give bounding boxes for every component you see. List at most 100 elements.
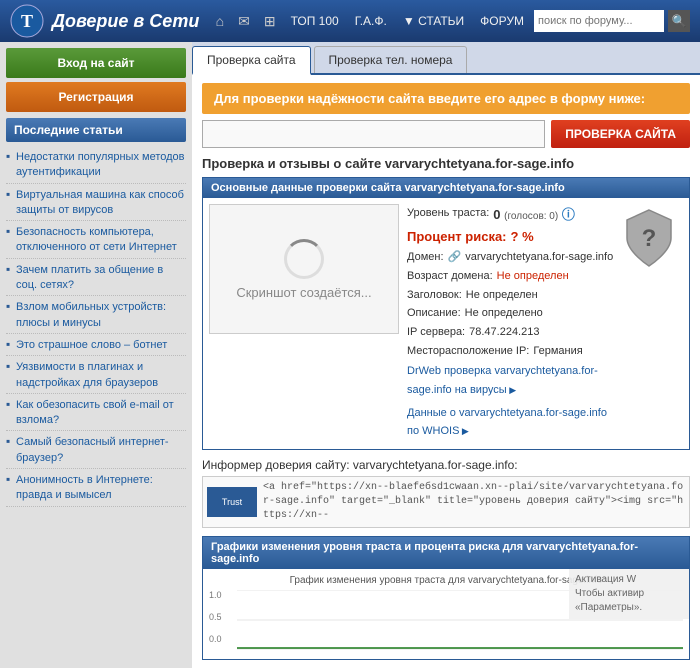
location-row: Месторасположение IP: Германия bbox=[407, 342, 615, 361]
sidebar-article-link[interactable]: Недостатки популярных методов аутентифик… bbox=[16, 151, 185, 178]
layout: Вход на сайт Регистрация Последние стать… bbox=[0, 42, 700, 668]
informer-title: Информер доверия сайту: varvarychtetyana… bbox=[202, 458, 690, 472]
y-label-0: 0.0 bbox=[209, 634, 222, 644]
header-row: Заголовок: Не определен bbox=[407, 286, 615, 305]
domain-row: Домен: 🔗 varvarychtetyana.for-sage.info bbox=[407, 248, 615, 267]
sidebar-article-link[interactable]: Виртуальная машина как способ защиты от … bbox=[16, 189, 184, 216]
sidebar-article-item: Зачем платить за общение в соц. сетях? bbox=[6, 259, 186, 297]
home-icon[interactable]: ⌂ bbox=[211, 11, 229, 31]
sidebar-article-link[interactable]: Взлом мобильных устройств: плюсы и минус… bbox=[16, 301, 166, 328]
site-title: Доверие в Сети bbox=[52, 11, 199, 32]
header-label: Заголовок: bbox=[407, 286, 462, 305]
sidebar-article-link[interactable]: Анонимность в Интернете: правда и вымысе… bbox=[16, 474, 153, 501]
nav-forum[interactable]: ФОРУМ bbox=[474, 12, 530, 30]
sidebar-article-item: Это страшное слово – ботнет bbox=[6, 334, 186, 356]
trust-votes: (голосов: 0) bbox=[504, 211, 558, 222]
description-value: Не определено bbox=[465, 304, 543, 323]
sidebar-section-title: Последние статьи bbox=[6, 118, 186, 142]
sidebar-article-item: Самый безопасный интернет-браузер? bbox=[6, 431, 186, 469]
ip-row: IP сервера: 78.47.224.213 bbox=[407, 323, 615, 342]
informer-box: Trust <a href="https://xn--blaefeбsd1cwa… bbox=[202, 476, 690, 528]
site-info: Уровень траста: 0 (голосов: 0) ⓘ Процент… bbox=[407, 204, 615, 443]
drweb-link[interactable]: DrWeb проверка varvarychtetyana.for-sage… bbox=[407, 360, 615, 401]
search-button[interactable]: 🔍 bbox=[668, 10, 690, 32]
sidebar-article-item: Анонимность в Интернете: правда и вымысе… bbox=[6, 469, 186, 507]
percent-row: Процент риска: ? % bbox=[407, 226, 615, 248]
trust-row: Уровень траста: 0 (голосов: 0) ⓘ bbox=[407, 204, 615, 226]
loading-spinner bbox=[284, 239, 324, 279]
grid-icon[interactable]: ⊞ bbox=[259, 11, 281, 32]
informer-logo-text: Trust bbox=[222, 497, 242, 507]
check-prompt: Для проверки надёжности сайта введите ег… bbox=[202, 83, 690, 114]
watermark-line3: «Параметры». bbox=[575, 601, 683, 615]
email-icon[interactable]: ✉ bbox=[233, 11, 255, 32]
screenshot-box: Скриншот создаётся... bbox=[209, 204, 399, 334]
main-content: Проверка сайта Проверка тел. номера Для … bbox=[192, 42, 700, 668]
nav-top100[interactable]: ТОП 100 bbox=[285, 12, 345, 30]
ip-label: IP сервера: bbox=[407, 323, 465, 342]
sidebar-articles: Недостатки популярных методов аутентифик… bbox=[6, 146, 186, 507]
url-input[interactable] bbox=[202, 120, 545, 148]
tabs: Проверка сайта Проверка тел. номера bbox=[192, 42, 700, 75]
check-section: Для проверки надёжности сайта введите ег… bbox=[192, 75, 700, 668]
sidebar-article-item: Как обезопасить свой e-mail от взлома? bbox=[6, 394, 186, 432]
svg-text:?: ? bbox=[642, 225, 657, 252]
header-value: Не определен bbox=[466, 286, 538, 305]
y-label-05: 0.5 bbox=[209, 612, 222, 622]
logo-container: Т Доверие в Сети bbox=[10, 4, 199, 38]
activation-watermark: Активация W Чтобы активир «Параметры». bbox=[569, 569, 689, 619]
sidebar: Вход на сайт Регистрация Последние стать… bbox=[0, 42, 192, 668]
header: Т Доверие в Сети ⌂ ✉ ⊞ ТОП 100 Г.А.Ф. ▼ … bbox=[0, 0, 700, 42]
tab-check-site[interactable]: Проверка сайта bbox=[192, 46, 311, 75]
graph-section: Графики изменения уровня траста и процен… bbox=[202, 536, 690, 660]
graph-body: График изменения уровня траста для varva… bbox=[203, 569, 689, 659]
graph-title: Графики изменения уровня траста и процен… bbox=[203, 537, 689, 569]
trust-value: 0 (голосов: 0) ⓘ bbox=[493, 204, 575, 226]
shield-icon-container: ? bbox=[623, 204, 683, 443]
nav-articles[interactable]: ▼ СТАТЬИ bbox=[397, 12, 470, 30]
login-button[interactable]: Вход на сайт bbox=[6, 48, 186, 78]
tab-check-phone[interactable]: Проверка тел. номера bbox=[314, 46, 468, 73]
nav-faq[interactable]: Г.А.Ф. bbox=[349, 12, 393, 30]
watermark-line2: Чтобы активир bbox=[575, 587, 683, 601]
sidebar-article-link[interactable]: Это страшное слово – ботнет bbox=[16, 339, 167, 351]
sidebar-article-item: Недостатки популярных методов аутентифик… bbox=[6, 146, 186, 184]
informer-logo: Trust bbox=[207, 487, 257, 517]
logo-icon: Т bbox=[10, 4, 44, 38]
domain-value: varvarychtetyana.for-sage.info bbox=[465, 248, 613, 267]
informer-code[interactable]: <a href="https://xn--blaefeбsd1cwaan.xn-… bbox=[263, 481, 685, 523]
informer-section: Информер доверия сайту: varvarychtetyana… bbox=[202, 458, 690, 528]
data-section-title: Основные данные проверки сайта varvarych… bbox=[203, 178, 689, 198]
sidebar-article-item: Безопасность компьютера, отключенного от… bbox=[6, 221, 186, 259]
age-label: Возраст домена: bbox=[407, 267, 493, 286]
watermark-line1: Активация W bbox=[575, 573, 683, 587]
check-form: ПРОВЕРКА САЙТА bbox=[202, 120, 690, 148]
sidebar-article-item: Уязвимости в плагинах и надстройках для … bbox=[6, 356, 186, 394]
sidebar-article-item: Виртуальная машина как способ защиты от … bbox=[6, 184, 186, 222]
shield-icon: ? bbox=[623, 208, 675, 268]
register-button[interactable]: Регистрация bbox=[6, 82, 186, 112]
search-input[interactable] bbox=[534, 10, 664, 32]
sidebar-article-link[interactable]: Как обезопасить свой e-mail от взлома? bbox=[16, 399, 174, 426]
percent-label: Процент риска: bbox=[407, 226, 507, 248]
info-icon[interactable]: ⓘ bbox=[562, 207, 575, 222]
svg-text:Т: Т bbox=[21, 11, 33, 31]
sidebar-article-link[interactable]: Зачем платить за общение в соц. сетях? bbox=[16, 264, 163, 291]
location-value: Германия bbox=[533, 342, 582, 361]
percent-value: ? % bbox=[511, 226, 534, 248]
nav-bar: ⌂ ✉ ⊞ ТОП 100 Г.А.Ф. ▼ СТАТЬИ ФОРУМ 🔍 bbox=[211, 10, 690, 32]
location-label: Месторасположение IP: bbox=[407, 342, 529, 361]
description-label: Описание: bbox=[407, 304, 461, 323]
age-row: Возраст домена: Не определен bbox=[407, 267, 615, 286]
description-row: Описание: Не определено bbox=[407, 304, 615, 323]
sidebar-article-link[interactable]: Уязвимости в плагинах и надстройках для … bbox=[16, 361, 158, 388]
screenshot-text: Скриншот создаётся... bbox=[236, 285, 371, 300]
whois-link[interactable]: Данные о varvarychtetyana.for-sage.info … bbox=[407, 402, 615, 443]
sidebar-article-link[interactable]: Безопасность компьютера, отключенного от… bbox=[16, 226, 177, 253]
domain-label: Домен: bbox=[407, 248, 444, 267]
sidebar-article-link[interactable]: Самый безопасный интернет-браузер? bbox=[16, 436, 169, 463]
data-body: Скриншот создаётся... Уровень траста: 0 … bbox=[203, 198, 689, 449]
trust-number: 0 bbox=[493, 207, 500, 222]
ip-value: 78.47.224.213 bbox=[469, 323, 539, 342]
check-button[interactable]: ПРОВЕРКА САЙТА bbox=[551, 120, 690, 148]
